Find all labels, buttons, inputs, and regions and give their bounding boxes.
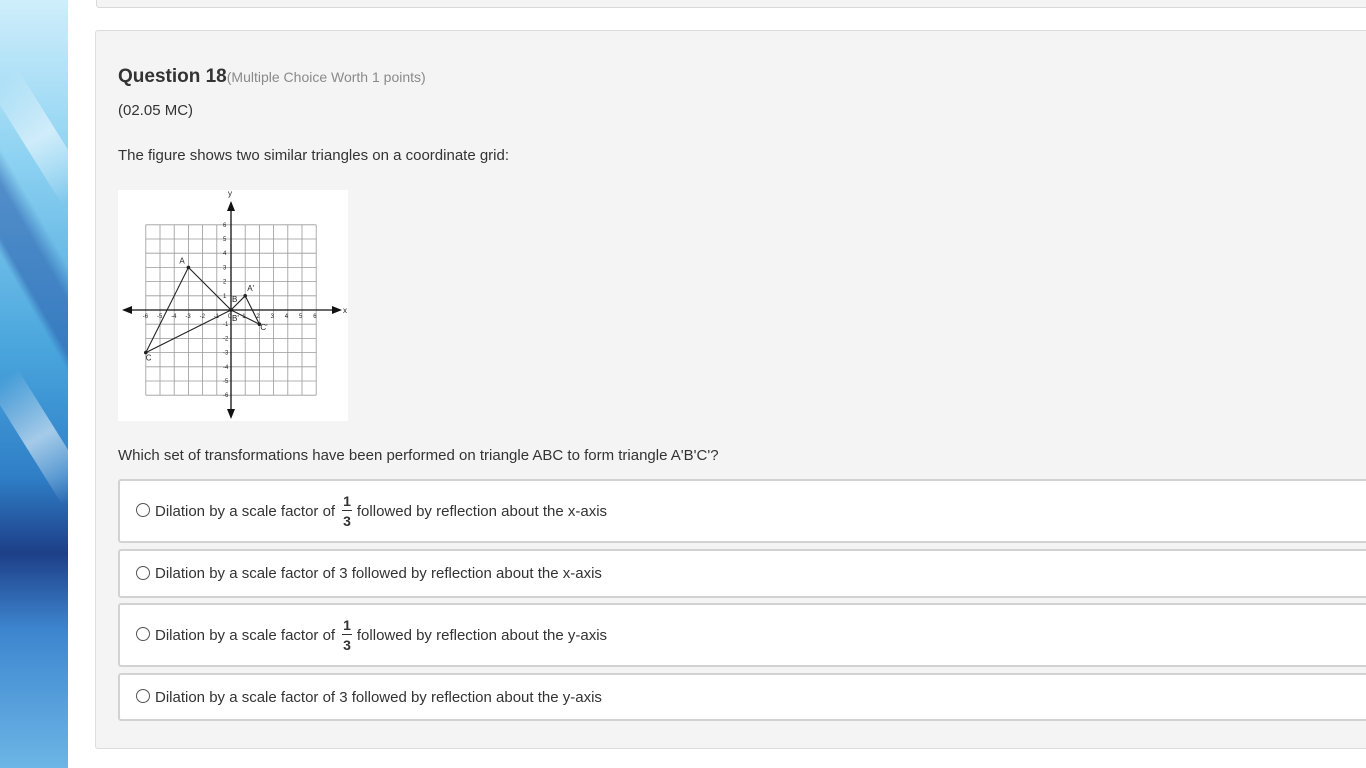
y-tick-label: -6 <box>223 393 229 399</box>
vertex-label: A <box>179 256 185 265</box>
x-tick-label: -2 <box>200 314 206 320</box>
y-axis-arrow-down <box>227 409 235 419</box>
fraction: 1 3 <box>342 618 352 652</box>
vertex-point <box>243 294 247 298</box>
option-text-before: Dilation by a scale factor of <box>155 502 336 520</box>
vertex-label: B <box>232 295 237 304</box>
vertex-label: A' <box>247 284 254 293</box>
fraction-denominator: 3 <box>343 637 351 653</box>
radio-button[interactable] <box>136 627 150 641</box>
radio-button[interactable] <box>136 503 150 517</box>
decorative-side-background <box>0 0 92 768</box>
y-axis-label: y <box>228 190 232 198</box>
option-text-before: Dilation by a scale factor of <box>155 626 336 644</box>
question-ask: Which set of transformations have been p… <box>118 447 719 464</box>
question-card: Question 18(Multiple Choice Worth 1 poin… <box>95 30 1366 749</box>
x-tick-label: -6 <box>143 314 149 320</box>
x-axis-arrow-left <box>122 306 132 314</box>
y-tick-label: 5 <box>223 237 227 243</box>
question-meta: (Multiple Choice Worth 1 points) <box>226 69 426 85</box>
answer-option-4[interactable]: Dilation by a scale factor of 3 followed… <box>118 673 1366 721</box>
answer-option-2[interactable]: Dilation by a scale factor of 3 followed… <box>118 549 1366 598</box>
y-tick-label: 4 <box>223 251 227 257</box>
y-tick-label: -1 <box>223 322 229 328</box>
question-prompt: The figure shows two similar triangles o… <box>118 147 510 164</box>
x-axis-arrow-right <box>332 306 342 314</box>
option-text-after: followed by reflection about the y-axis <box>356 626 608 644</box>
coordinate-grid-figure: x y -6 -5 -4 -3 -2 -1 0 1 2 3 4 5 6 6 5 4 3 2 1 -1 -2 -3 -4 -5 -6 A… <box>118 190 348 421</box>
previous-question-card <box>96 0 1366 8</box>
y-axis-arrow-up <box>227 201 235 211</box>
y-tick-label: 1 <box>223 294 227 300</box>
x-axis-label: x <box>343 306 347 315</box>
fraction: 1 3 <box>342 494 352 528</box>
vertex-point <box>229 308 233 312</box>
fraction-numerator: 1 <box>342 617 352 635</box>
question-title: Question 18 <box>118 66 227 87</box>
vertex-label: C <box>146 354 152 363</box>
option-text-after: followed by reflection about the x-axis <box>356 502 608 520</box>
y-tick-label: -2 <box>223 336 229 342</box>
coordinate-grid: xy-6 -5 -4 -3 -2 -1 0 1 2 3 4 5 6654321-1-2-3-4-5-6A… <box>122 190 347 419</box>
radio-button[interactable] <box>136 689 150 703</box>
answer-option-1[interactable]: Dilation by a scale factor of 1 3 follow… <box>118 479 1366 543</box>
option-text: Dilation by a scale factor of 3 followed… <box>155 565 602 582</box>
vertex-point <box>186 265 191 270</box>
x-tick-label: -3 <box>185 314 191 320</box>
option-text: Dilation by a scale factor of 3 followed… <box>155 688 602 706</box>
y-tick-label: -4 <box>223 365 229 371</box>
question-code: (02.05 MC) <box>118 102 194 119</box>
fraction-denominator: 3 <box>343 513 351 529</box>
fraction-numerator: 1 <box>342 493 352 511</box>
x-tick-label: -4 <box>171 314 177 320</box>
y-tick-label: 2 <box>223 280 227 286</box>
y-tick-label: 3 <box>223 265 227 271</box>
vertex-label: B' <box>232 314 239 323</box>
y-tick-label: -5 <box>223 379 229 385</box>
question-header: Question 18(Multiple Choice Worth 1 poin… <box>118 66 426 88</box>
x-tick-label: 6 <box>313 314 317 320</box>
answer-option-3[interactable]: Dilation by a scale factor of 1 3 follow… <box>118 603 1366 667</box>
y-tick-label: -3 <box>223 351 229 357</box>
vertex-label: C' <box>260 323 268 332</box>
decorative-streak <box>0 368 92 506</box>
decorative-streak <box>0 68 92 206</box>
radio-button[interactable] <box>136 565 150 580</box>
y-tick-label: 6 <box>223 223 227 229</box>
